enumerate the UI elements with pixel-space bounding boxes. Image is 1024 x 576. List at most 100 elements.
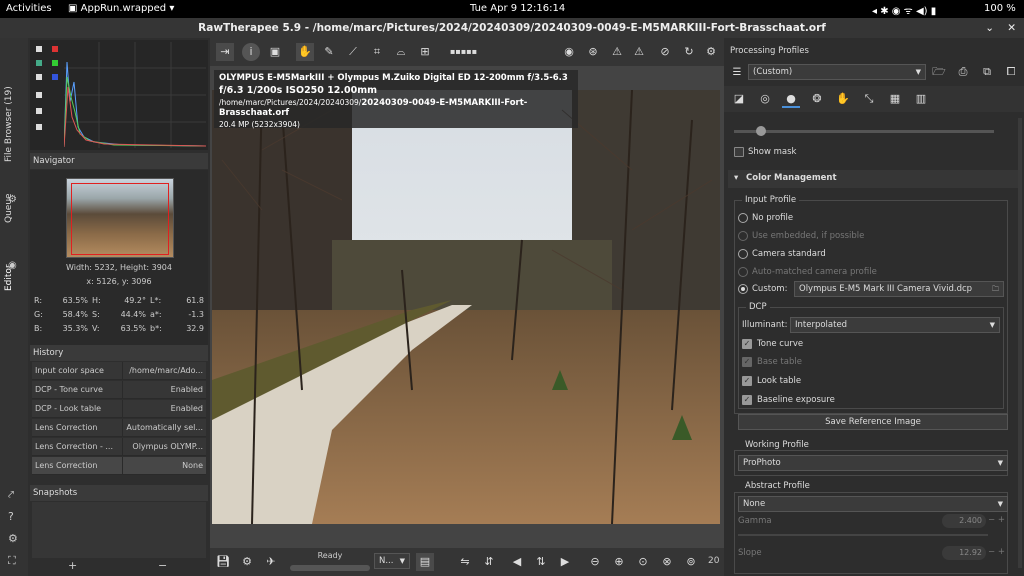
send-to-editor-icon[interactable]: ✈	[262, 553, 280, 571]
navigator-viewport-rect[interactable]	[71, 183, 169, 255]
hand-tool-icon[interactable]: ✋	[296, 43, 314, 61]
navigator-header[interactable]: Navigator	[30, 153, 208, 169]
base-table-checkbox[interactable]: ✓	[742, 357, 752, 367]
custom-profile-file[interactable]: Olympus E-M5 Mark III Camera Vivid.dcp 🗀︎	[794, 281, 1004, 297]
slider-handle[interactable]	[756, 126, 766, 136]
close-icon[interactable]: ✕	[1007, 18, 1016, 38]
queue-add-icon[interactable]: ⚙	[238, 553, 256, 571]
pick-icon[interactable]: ⤤	[8, 488, 14, 502]
use-embedded-radio[interactable]	[738, 231, 748, 241]
status-icons[interactable]: ◂ ✱ ◉ ᯤ ◀) ▮	[872, 3, 936, 17]
history-row[interactable]: DCP - Tone curve Enabled	[32, 381, 206, 399]
save-icon[interactable]: 💾︎	[214, 553, 232, 571]
settings-icon[interactable]: ⚙	[702, 43, 720, 61]
help-icon[interactable]: ?	[8, 510, 14, 523]
history-row[interactable]: DCP - Look table Enabled	[32, 400, 206, 418]
add-snapshot-button[interactable]: +	[68, 559, 77, 572]
baseline-exposure-checkbox[interactable]: ✓	[742, 395, 752, 405]
minimize-icon[interactable]: ⌄	[985, 18, 994, 38]
no-profile-radio[interactable]	[738, 213, 748, 223]
previous-image-icon[interactable]: ◀	[508, 553, 526, 571]
straighten-icon[interactable]: ⟋	[344, 43, 362, 61]
zoom-fit-crop-icon[interactable]: ⊚	[682, 553, 700, 571]
highlight-warning-icon[interactable]: ⚠	[630, 43, 648, 61]
right-panel-scrollbar[interactable]	[1018, 118, 1022, 568]
metadata-tab-icon[interactable]: ▥	[912, 90, 930, 108]
flip-vertical-icon[interactable]: ⇵	[480, 553, 498, 571]
save-reference-image-button[interactable]: Save Reference Image	[738, 414, 1008, 430]
color-tab-icon[interactable]: ●	[782, 90, 800, 108]
custom-profile-radio[interactable]	[738, 284, 748, 294]
preview-channels-icon[interactable]: ▪▪▪▪▪	[450, 43, 477, 61]
history-header[interactable]: History	[30, 345, 208, 361]
rotate-icon[interactable]: ↻	[680, 43, 698, 61]
local-tab-icon[interactable]: ✋	[834, 90, 852, 108]
readout-value: 35.3%	[62, 324, 88, 333]
look-table-checkbox[interactable]: ✓	[742, 376, 752, 386]
shadow-warning-icon[interactable]: ⚠	[608, 43, 626, 61]
crop-icon[interactable]: ⌗	[368, 43, 386, 61]
gamma-value[interactable]: 2.400	[942, 514, 986, 528]
camera-standard-radio[interactable]	[738, 249, 748, 259]
zoom-out-icon[interactable]: ⊖	[586, 553, 604, 571]
gamma-spinner-icon[interactable]: − +	[988, 515, 1005, 525]
next-image-icon[interactable]: ▶	[556, 553, 574, 571]
before-after-icon[interactable]: ▣	[266, 43, 284, 61]
slope-value[interactable]: 12.92	[942, 546, 986, 560]
lock-icon[interactable]: ⊘	[656, 43, 674, 61]
advanced-tab-icon[interactable]: ❂	[808, 90, 826, 108]
mode-select[interactable]: N... ▼	[374, 553, 410, 569]
zoom-100-icon[interactable]: ⊙	[634, 553, 652, 571]
clock[interactable]: Tue Apr 9 12:16:14	[470, 3, 565, 14]
navigator-thumbnail[interactable]	[66, 178, 174, 258]
open-profile-icon[interactable]: 🗁︎	[930, 63, 948, 81]
copy-profile-icon[interactable]: ⧉	[978, 63, 996, 81]
transform-tab-icon[interactable]: ⤡	[860, 90, 878, 108]
clipping-mask-icon[interactable]: ⊛	[584, 43, 602, 61]
perspective-icon[interactable]: ⌓	[392, 43, 410, 61]
detail-tab-icon[interactable]: ◎	[756, 90, 774, 108]
slider-track[interactable]	[734, 130, 994, 133]
working-profile-select[interactable]: ProPhoto ▼	[738, 455, 1008, 471]
focus-mask-icon[interactable]: ◉	[560, 43, 578, 61]
grid-icon[interactable]: ⊞	[416, 43, 434, 61]
sync-icon[interactable]: ⇅	[532, 553, 550, 571]
snapshots-header[interactable]: Snapshots	[30, 485, 208, 501]
history-row[interactable]: Lens Correction Automatically sel...	[32, 419, 206, 437]
history-row[interactable]: Input color space/home/marc/Ado...	[32, 362, 206, 380]
slope-spinner-icon[interactable]: − +	[988, 547, 1005, 557]
save-profile-icon[interactable]: ⎙	[954, 63, 972, 81]
activities-button[interactable]: Activities	[6, 3, 52, 14]
abstract-profile-select[interactable]: None ▼	[738, 496, 1008, 512]
app-menu[interactable]: ▣ AppRun.wrapped ▾	[68, 3, 174, 14]
zoom-fit-icon[interactable]: ⊗	[658, 553, 676, 571]
profile-select[interactable]: (Custom) ▼	[748, 64, 926, 80]
photo-preview[interactable]	[212, 90, 720, 524]
illuminant-select[interactable]: Interpolated ▼	[790, 317, 1000, 333]
tone-curve-checkbox[interactable]: ✓	[742, 339, 752, 349]
hide-left-panel-icon[interactable]: ⇥	[216, 43, 234, 61]
zoom-in-icon[interactable]: ⊕	[610, 553, 628, 571]
tab-file-browser[interactable]: File Browser (19)	[4, 84, 24, 164]
paste-profile-icon[interactable]: ⧠	[1002, 63, 1020, 81]
readout-key: G:	[34, 310, 43, 319]
flip-horizontal-icon[interactable]: ⇋	[456, 553, 474, 571]
gamma-slider[interactable]	[738, 534, 988, 536]
folder-icon: 🗀︎	[992, 285, 999, 293]
exposure-tab-icon[interactable]: ◪	[730, 90, 748, 108]
remove-snapshot-button[interactable]: −	[158, 559, 167, 572]
history-row[interactable]: Lens Correction - ... Olympus OLYMP...	[32, 438, 206, 456]
show-mask-checkbox[interactable]	[734, 147, 744, 157]
info-icon[interactable]: i	[242, 43, 260, 61]
white-balance-picker-icon[interactable]: ✎	[320, 43, 338, 61]
history-row[interactable]: Lens Correction None	[32, 457, 206, 475]
color-management-header[interactable]: ▾ Color Management	[728, 170, 1020, 188]
preferences-icon[interactable]: ⚙	[8, 532, 18, 545]
auto-matched-radio[interactable]	[738, 267, 748, 277]
raw-tab-icon[interactable]: ▦	[886, 90, 904, 108]
history-action: Lens Correction	[35, 461, 98, 470]
channel-toggles[interactable]	[52, 44, 58, 94]
toggle-history-icon[interactable]: ▤	[416, 553, 434, 571]
fullscreen-icon[interactable]: ⛶	[8, 554, 16, 568]
profile-menu-icon[interactable]: ☰	[728, 64, 746, 82]
